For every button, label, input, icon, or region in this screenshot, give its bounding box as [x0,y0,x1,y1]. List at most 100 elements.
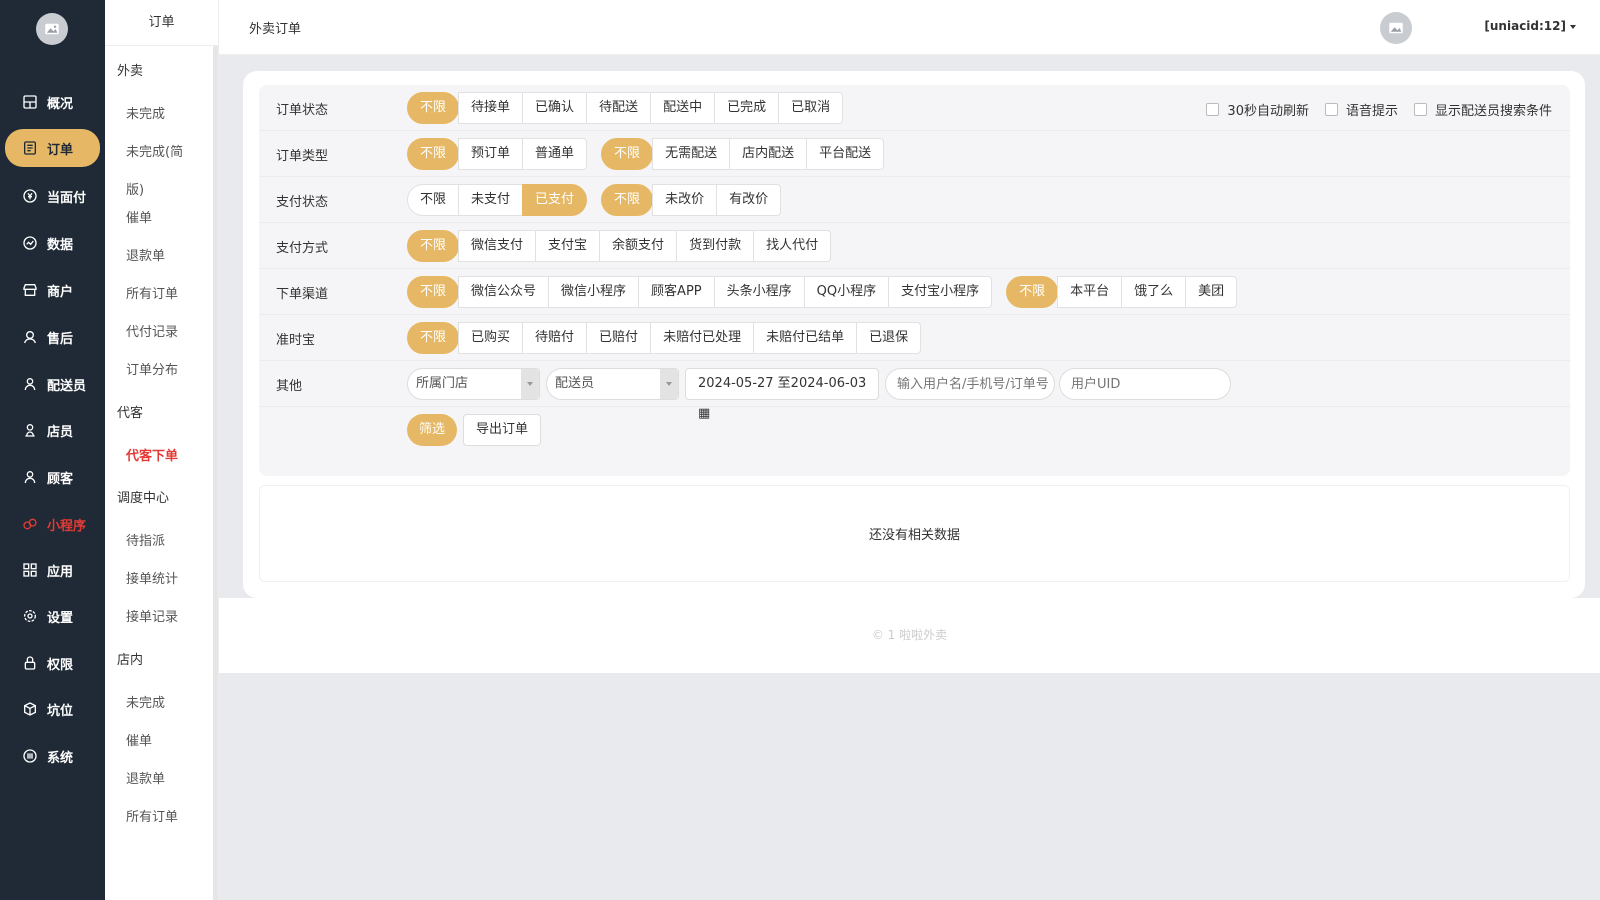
option-customer-app[interactable]: 顾客APP [638,276,715,308]
option-refunded-insurance[interactable]: 已退保 [856,322,922,354]
option-platform-delivery[interactable]: 平台配送 [806,138,885,170]
sub-link-in-refund[interactable]: 退款单 [126,768,165,787]
option-any[interactable]: 不限 [407,276,460,308]
voice-alert-checkbox[interactable]: 语音提示 [1324,100,1398,119]
date-range-input[interactable]: 2024-05-27 至2024-06-03 ▦ [685,368,879,421]
keyword-input[interactable] [885,368,1055,400]
nav-item-permission[interactable]: 权限 [5,644,100,682]
option-eleme[interactable]: 饿了么 [1121,276,1187,308]
option-any[interactable]: 不限 [407,184,460,216]
option-pending-accept[interactable]: 待接单 [458,92,524,124]
nav-item-merchant[interactable]: 商户 [5,271,100,309]
option-no-price-change[interactable]: 未改价 [652,184,718,216]
option-own-platform[interactable]: 本平台 [1057,276,1123,308]
nav-label: 店员 [47,424,74,440]
filter-box: 订单状态 不限 待接单 已确认 待配送 配送中 已完成 已取消 30秒自动刷新 … [259,85,1570,476]
sub-link-in-urge[interactable]: 催单 [126,730,152,749]
nav-item-overview[interactable]: 概况 [5,83,100,121]
nav-item-aftersale[interactable]: 售后 [5,318,100,356]
uid-input[interactable] [1059,368,1231,400]
option-price-changed[interactable]: 有改价 [716,184,782,216]
sub-link-pending-assign[interactable]: 待指派 [126,530,165,549]
option-wechat-miniapp[interactable]: 微信小程序 [548,276,640,308]
option-toutiao-miniapp[interactable]: 头条小程序 [713,276,805,308]
nav-item-system[interactable]: 系统 [5,737,100,775]
nav-item-miniapp[interactable]: 小程序 [5,505,100,543]
sub-link-unfinished-simple[interactable]: 未完成(简 [126,141,183,160]
aftersale-icon [22,329,38,345]
export-orders-button[interactable]: 导出订单 [463,414,542,446]
avatar[interactable] [1380,12,1412,44]
sub-link-unfinished-simple-cont[interactable]: 版) [126,179,144,198]
auto-refresh-checkbox[interactable]: 30秒自动刷新 [1206,100,1309,119]
option-completed[interactable]: 已完成 [714,92,780,124]
option-store-delivery[interactable]: 店内配送 [729,138,808,170]
nav-item-face-pay[interactable]: 当面付 [5,177,100,215]
store-select[interactable]: 所属门店 [407,368,540,400]
sub-link-proxy-pay[interactable]: 代付记录 [126,321,178,340]
option-uncomp-closed[interactable]: 未赔付已结单 [753,322,858,354]
option-any[interactable]: 不限 [407,92,460,124]
option-pending-delivery[interactable]: 待配送 [586,92,652,124]
option-pending-compensation[interactable]: 待赔付 [522,322,588,354]
nav-item-customer[interactable]: 顾客 [5,458,100,496]
option-delivering[interactable]: 配送中 [650,92,716,124]
option-paid[interactable]: 已支付 [522,184,588,216]
option-cancelled[interactable]: 已取消 [778,92,844,124]
filter-button[interactable]: 筛选 [407,414,458,446]
option-meituan[interactable]: 美团 [1185,276,1238,308]
sub-link-distribution[interactable]: 订单分布 [126,359,178,378]
option-any[interactable]: 不限 [1006,276,1059,308]
option-compensated[interactable]: 已赔付 [586,322,652,354]
option-normal[interactable]: 普通单 [522,138,588,170]
sub-link-unfinished[interactable]: 未完成 [126,103,165,122]
filter-label: 订单类型 [276,149,329,164]
miniapp-icon [22,516,38,532]
option-uncomp-processed[interactable]: 未赔付已处理 [650,322,755,354]
option-purchased[interactable]: 已购买 [458,322,524,354]
option-balance-pay[interactable]: 余额支付 [599,230,678,262]
sub-link-all-orders[interactable]: 所有订单 [126,283,178,302]
option-qq-miniapp[interactable]: QQ小程序 [803,276,890,308]
nav-item-settings[interactable]: 设置 [5,597,100,635]
nav-item-data[interactable]: 数据 [5,224,100,262]
user-menu[interactable]: [uniacid:12] [1484,19,1576,33]
option-cod[interactable]: 货到付款 [676,230,755,262]
sub-link-refund[interactable]: 退款单 [126,245,165,264]
nav-label: 设置 [47,610,74,626]
option-any[interactable]: 不限 [407,230,460,262]
option-confirmed[interactable]: 已确认 [522,92,588,124]
nav-item-rider[interactable]: 配送员 [5,365,100,403]
option-alipay-miniapp[interactable]: 支付宝小程序 [888,276,993,308]
option-wechat-pay[interactable]: 微信支付 [458,230,537,262]
rider-search-checkbox[interactable]: 显示配送员搜索条件 [1413,100,1552,119]
nav-item-apps[interactable]: 应用 [5,551,100,589]
option-any[interactable]: 不限 [601,138,654,170]
sub-link-proxy-order[interactable]: 代客下单 [126,445,178,464]
user-name: [uniacid:12] [1484,19,1566,33]
sub-link-urge[interactable]: 催单 [126,207,152,226]
sub-link-accept-records[interactable]: 接单记录 [126,606,178,625]
option-proxy-pay[interactable]: 找人代付 [753,230,832,262]
system-icon [22,748,38,764]
option-any[interactable]: 不限 [601,184,654,216]
option-wechat-official[interactable]: 微信公众号 [458,276,550,308]
option-reservation[interactable]: 预订单 [458,138,524,170]
top-bar: 外卖订单 [uniacid:12] [219,0,1600,55]
option-checks: 30秒自动刷新 语音提示 显示配送员搜索条件 [1190,100,1552,119]
option-alipay[interactable]: 支付宝 [535,230,601,262]
sub-link-in-unfinished[interactable]: 未完成 [126,692,165,711]
rider-select[interactable]: 配送员 [546,368,679,400]
sub-link-in-all[interactable]: 所有订单 [126,806,178,825]
checkbox-icon [1324,103,1338,116]
sub-link-accept-stats[interactable]: 接单统计 [126,568,178,587]
nav-item-orders[interactable]: 订单 [5,129,100,167]
nav-item-clerk[interactable]: 店员 [5,411,100,449]
option-unpaid[interactable]: 未支付 [458,184,524,216]
nav-item-slot[interactable]: 坑位 [5,690,100,728]
sub-menu-title: 订单 [105,0,218,46]
sub-menu-scrollbar[interactable] [213,46,218,900]
option-no-delivery[interactable]: 无需配送 [652,138,731,170]
option-any[interactable]: 不限 [407,322,460,354]
option-any[interactable]: 不限 [407,138,460,170]
